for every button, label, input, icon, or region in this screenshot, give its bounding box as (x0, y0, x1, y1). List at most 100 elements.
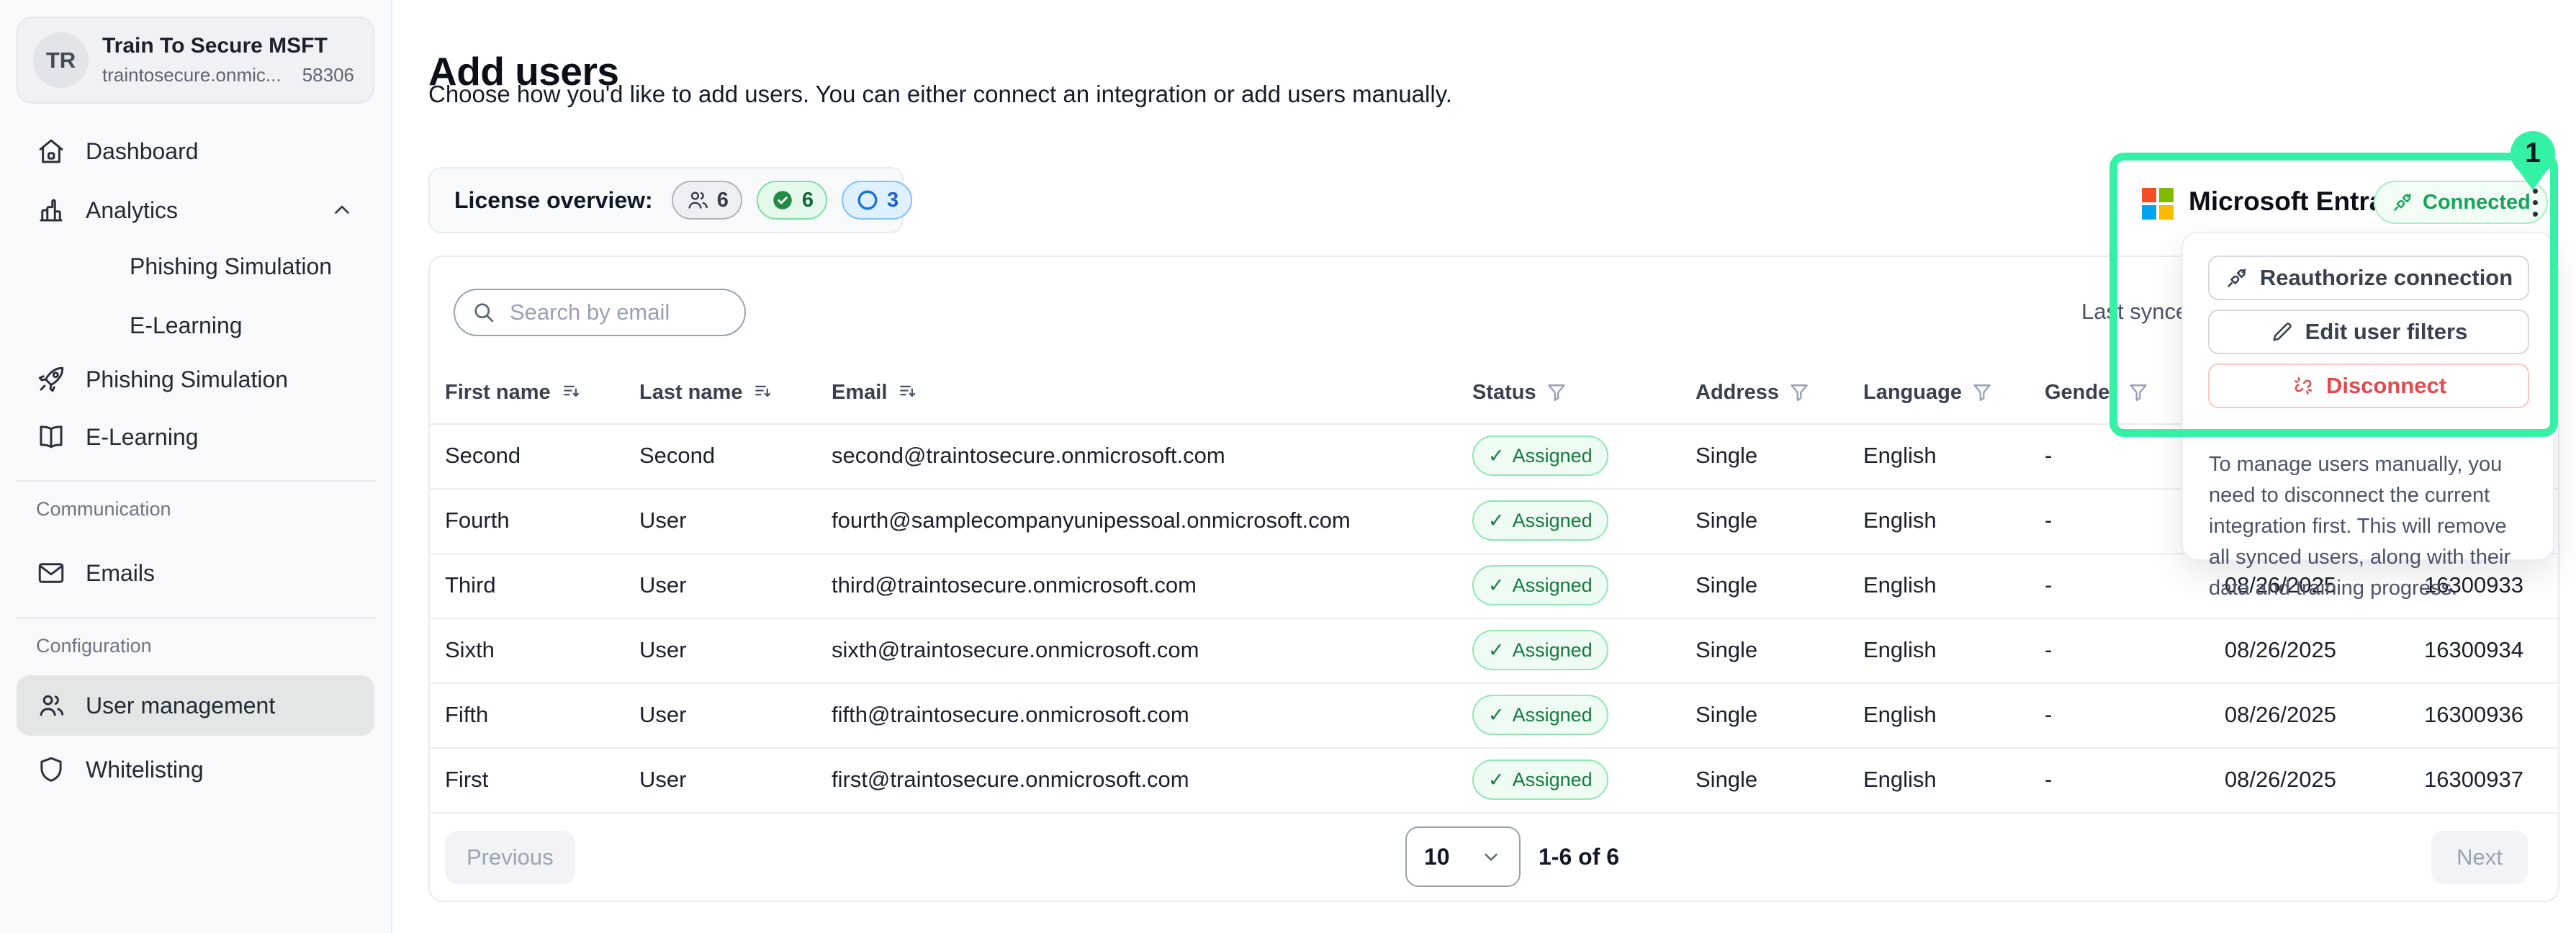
sidebar-item-phishing-simulation[interactable]: Phishing Simulation (17, 351, 374, 408)
cell-last-synced: 08/26/2025 (2143, 747, 2336, 812)
cell-language: English (1863, 488, 1937, 553)
cell-email: sixth@traintosecure.onmicrosoft.com (832, 618, 1199, 682)
page-size-select[interactable]: 10 (1405, 826, 1521, 887)
cell-last-name: User (639, 553, 686, 618)
cell-address: Single (1695, 423, 1757, 488)
column-header-email: Email (832, 361, 918, 423)
license-overview-bar: License overview: 6 6 3 (428, 167, 904, 233)
app-root: TR Train To Secure MSFT traintosecure.on… (0, 0, 2576, 933)
next-page-button[interactable]: Next (2431, 831, 2528, 884)
sidebar-item-analytics[interactable]: Analytics (17, 181, 374, 239)
plug-icon (2391, 191, 2414, 214)
sidebar-item-analytics-phishing-simulation[interactable]: Phishing Simulation (17, 238, 374, 295)
sort-icon[interactable] (896, 382, 918, 403)
annotation-badge: 1 (2510, 131, 2555, 176)
cell-status: ✓Assigned (1472, 618, 1608, 682)
cell-first-name: Fourth (445, 488, 510, 553)
sidebar-item-analytics-e-learning[interactable]: E-Learning (17, 297, 374, 354)
plug-icon (2225, 266, 2249, 290)
status-badge: ✓Assigned (1472, 760, 1608, 800)
search-input[interactable] (508, 299, 729, 326)
sidebar: TR Train To Secure MSFT traintosecure.on… (0, 0, 392, 933)
sidebar-item-label: Analytics (86, 197, 178, 224)
filter-icon[interactable] (1971, 382, 1993, 403)
column-header-status: Status (1472, 361, 1567, 423)
cell-gender: - (2045, 682, 2052, 747)
shield-icon (36, 754, 66, 785)
cell-language: English (1863, 682, 1937, 747)
cell-address: Single (1695, 488, 1757, 553)
cell-last-synced: 08/26/2025 (2143, 618, 2336, 682)
cell-email: first@traintosecure.onmicrosoft.com (832, 747, 1189, 812)
cell-last-name: User (639, 618, 686, 682)
edit-user-filters-button[interactable]: Edit user filters (2208, 310, 2529, 354)
status-badge: ✓Assigned (1472, 436, 1608, 476)
chevron-up-icon (330, 198, 354, 222)
cell-gender: - (2045, 488, 2052, 553)
filter-icon[interactable] (1546, 382, 1567, 403)
sidebar-item-label: User management (86, 693, 275, 719)
sidebar-item-label: Dashboard (86, 138, 199, 165)
cell-language: English (1863, 747, 1937, 812)
sidebar-section-configuration: Configuration (36, 635, 152, 657)
org-count: 58306 (302, 64, 354, 86)
rocket-icon (36, 364, 66, 395)
sidebar-item-e-learning[interactable]: E-Learning (17, 408, 374, 466)
org-switcher[interactable]: TR Train To Secure MSFT traintosecure.on… (17, 17, 374, 104)
cell-gender: - (2045, 747, 2052, 812)
column-header-language: Language (1863, 361, 1993, 423)
home-icon (36, 136, 66, 166)
table-row: Fifth User fifth@traintosecure.onmicroso… (430, 682, 2558, 749)
cell-language: English (1863, 553, 1937, 618)
check-circle-icon (770, 188, 795, 212)
check-icon: ✓ (1488, 639, 1505, 662)
cell-first-name: Second (445, 423, 521, 488)
sidebar-item-label: Phishing Simulation (130, 253, 332, 280)
license-total-value: 6 (717, 189, 729, 212)
org-avatar: TR (33, 32, 89, 88)
sort-icon[interactable] (560, 382, 582, 403)
sidebar-item-emails[interactable]: Emails (17, 544, 374, 602)
sidebar-item-user-management[interactable]: User management (17, 675, 374, 736)
cell-language: English (1863, 618, 1937, 682)
table-row: Sixth User sixth@traintosecure.onmicroso… (430, 618, 2558, 684)
check-icon: ✓ (1488, 704, 1505, 726)
sort-icon[interactable] (752, 382, 773, 403)
license-assigned-pill: 6 (757, 181, 827, 220)
cell-status: ✓Assigned (1472, 747, 1608, 812)
page-size-value: 10 (1424, 844, 1450, 870)
pagination-range: 1-6 of 6 (1539, 844, 1619, 870)
cell-first-name: First (445, 747, 488, 812)
org-name: Train To Secure MSFT (102, 34, 328, 58)
sidebar-divider (17, 617, 376, 618)
previous-page-button[interactable]: Previous (445, 831, 575, 884)
broken-link-icon (2291, 374, 2315, 398)
pencil-icon (2270, 320, 2294, 344)
cell-gender: - (2045, 423, 2052, 488)
bar-chart-icon (36, 195, 66, 225)
cell-user-id: 16300936 (2343, 682, 2523, 747)
column-header-address: Address (1695, 361, 1810, 423)
cell-status: ✓Assigned (1472, 488, 1608, 553)
column-header-first-name: First name (445, 361, 582, 423)
check-icon: ✓ (1488, 769, 1505, 791)
column-header-gender: Gender (2045, 361, 2149, 423)
cell-user-id: 16300937 (2343, 747, 2523, 812)
cell-last-synced: 08/26/2025 (2143, 682, 2336, 747)
filter-icon[interactable] (1788, 382, 1810, 403)
sidebar-item-dashboard[interactable]: Dashboard (17, 122, 374, 180)
book-icon (36, 422, 66, 452)
reauthorize-connection-button[interactable]: Reauthorize connection (2208, 256, 2529, 300)
microsoft-logo (2142, 188, 2174, 220)
connection-status-label: Connected (2423, 191, 2531, 215)
sidebar-item-whitelisting[interactable]: Whitelisting (17, 741, 374, 798)
cell-user-id: 16300934 (2343, 618, 2523, 682)
table-row: First User first@traintosecure.onmicroso… (430, 747, 2558, 813)
license-available-value: 3 (887, 189, 899, 212)
search-box[interactable] (454, 289, 746, 336)
license-total-pill: 6 (672, 181, 742, 220)
license-overview-label: License overview: (454, 187, 653, 214)
filter-icon[interactable] (2127, 382, 2149, 403)
chevron-down-icon (1480, 846, 1502, 867)
disconnect-button[interactable]: Disconnect (2208, 364, 2529, 408)
